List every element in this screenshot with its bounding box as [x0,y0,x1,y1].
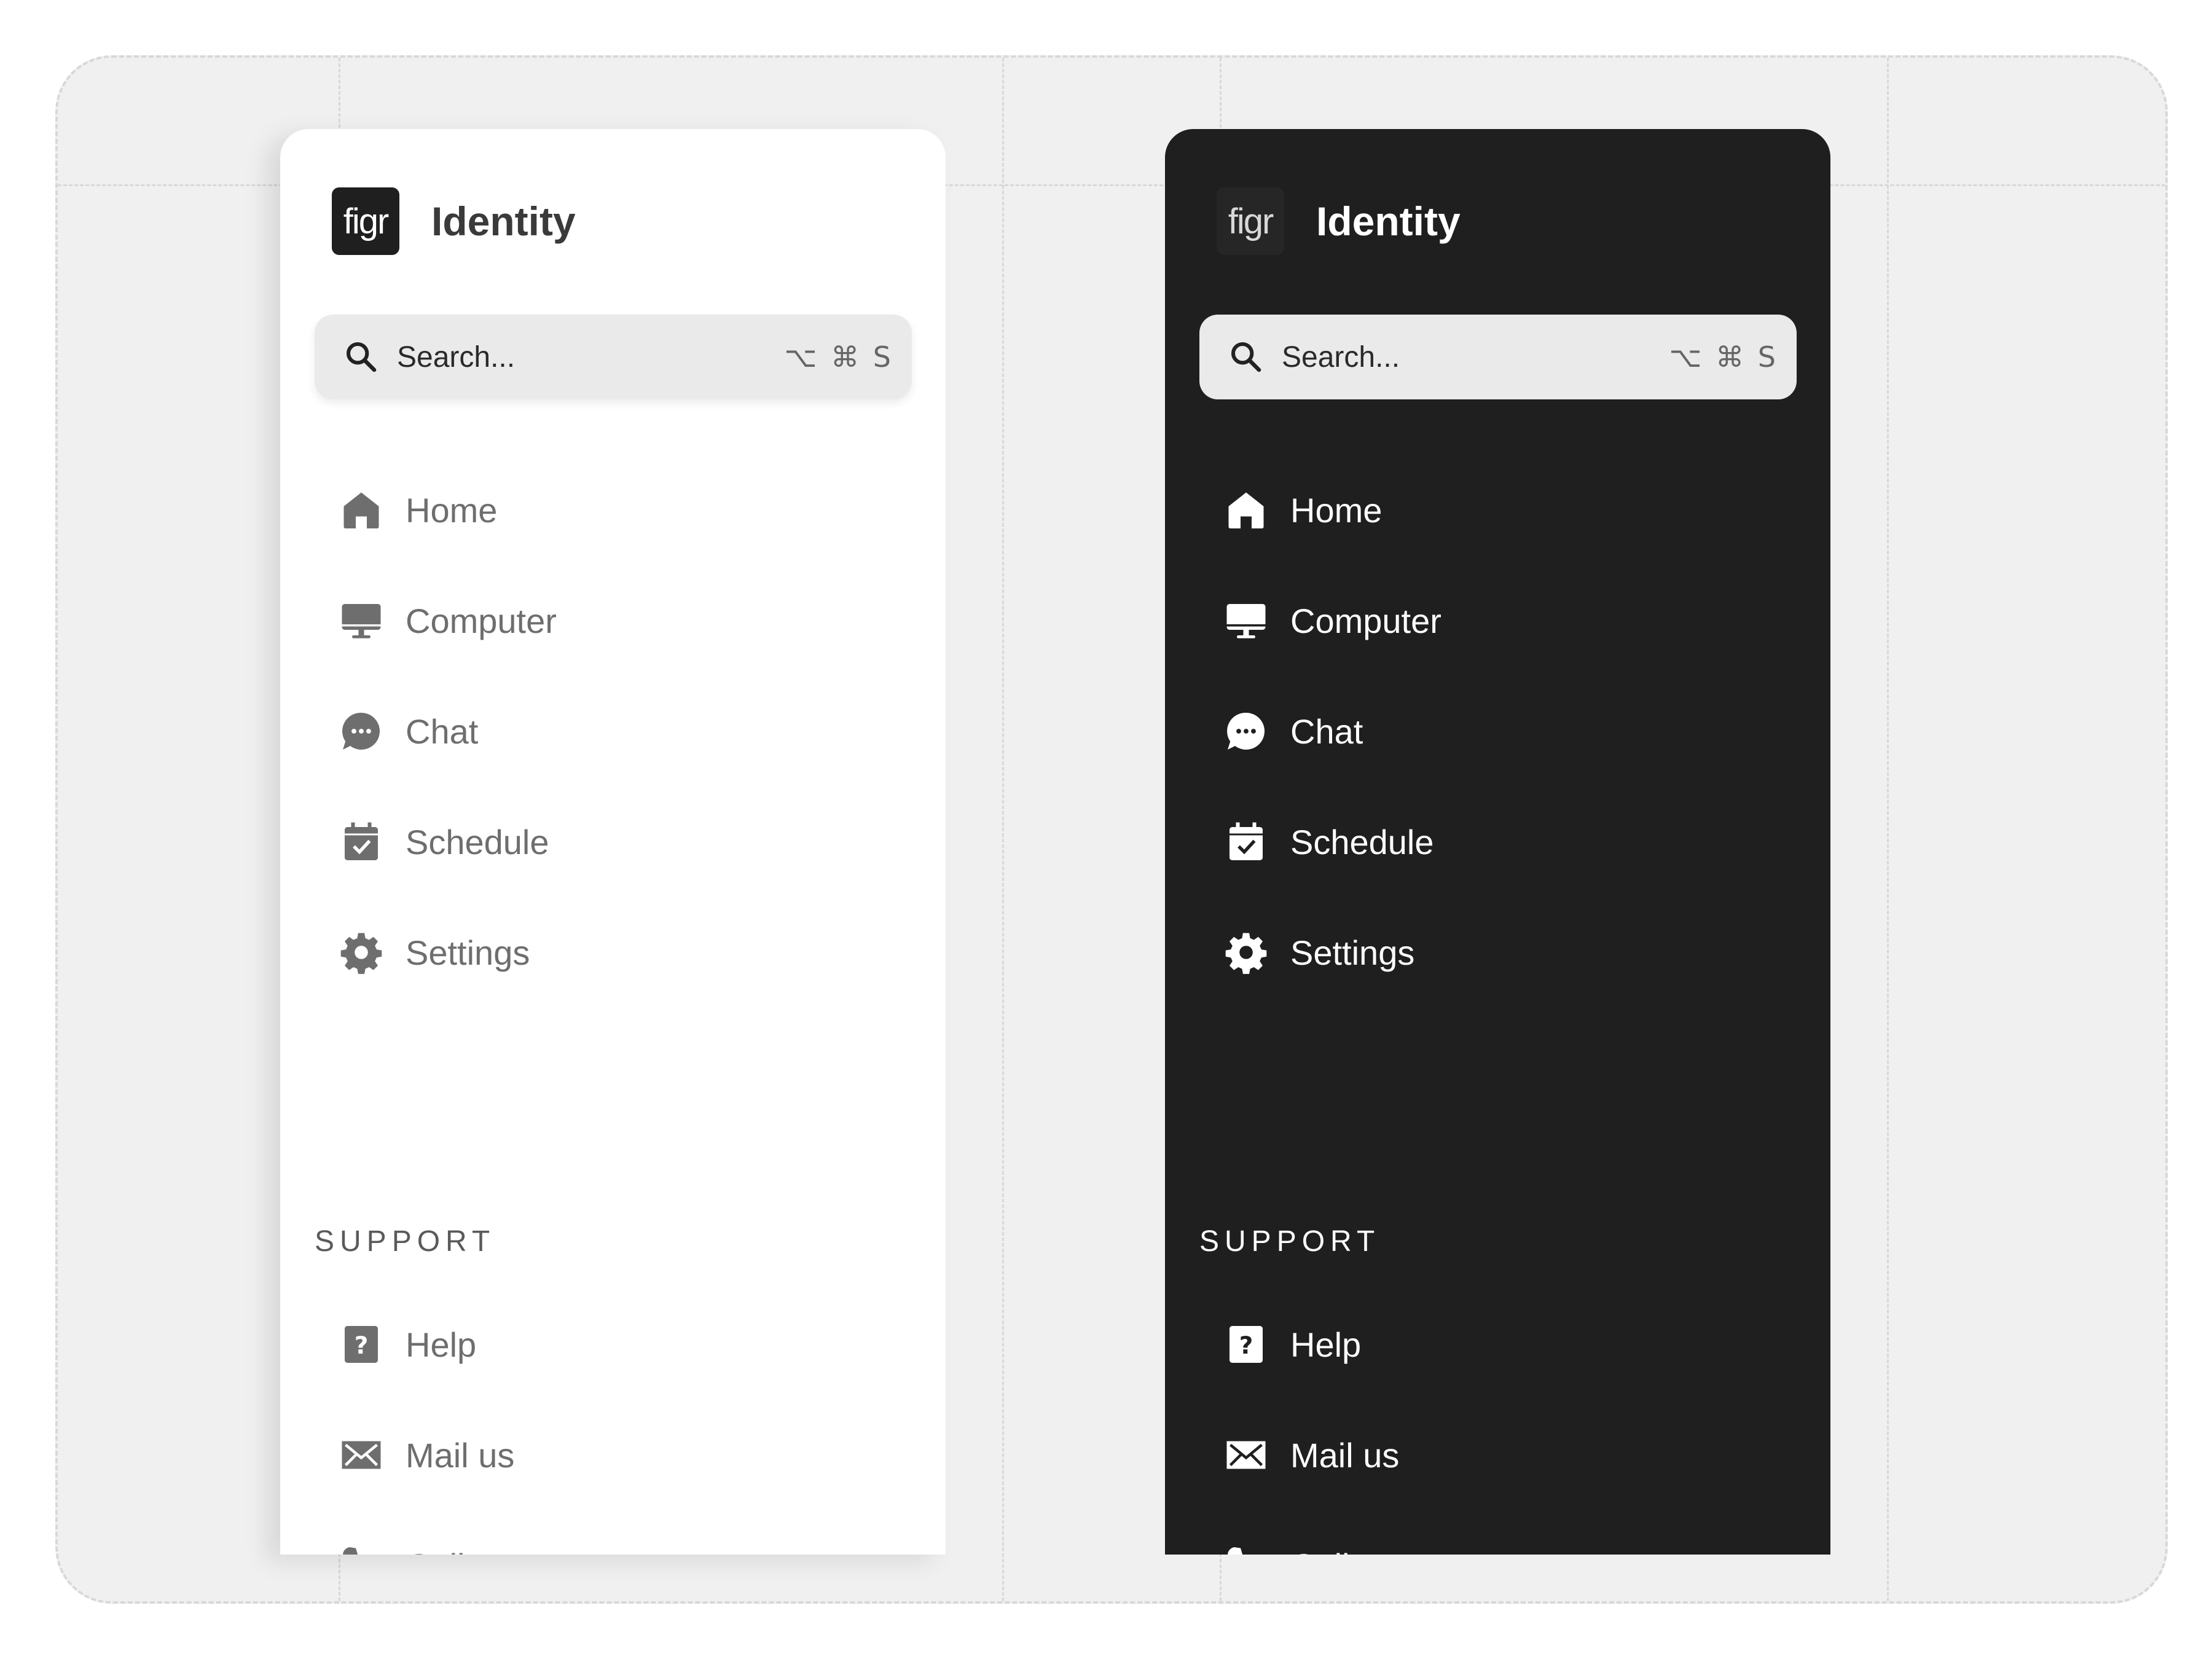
nav-label: Schedule [1290,822,1434,861]
brand[interactable]: figr Identity [332,187,576,255]
guide-line-vertical [1002,58,1004,1601]
nav-label: Computer [1290,601,1441,640]
mail-icon [1224,1433,1268,1477]
figr-logo: figr [1217,187,1284,255]
figr-logo: figr [332,187,399,255]
gear-icon [339,930,383,975]
calendar-check-icon [339,820,383,864]
brand[interactable]: figr Identity [1217,187,1461,255]
search-input[interactable]: Search... [1282,340,1669,374]
section-heading-support: SUPPORT [1199,1225,1381,1258]
section-heading-support: SUPPORT [315,1225,496,1258]
logo-text: figr [343,201,390,241]
mail-icon [339,1433,383,1477]
sidebar-dark: figr Identity Search... ⌥ ⌘ S Home Compu… [1165,129,1830,1555]
help-icon: ? [339,1322,383,1367]
nav-item-home[interactable]: Home [339,479,497,541]
phone-icon [1224,1543,1268,1555]
computer-icon [339,598,383,643]
nav-item-help[interactable]: ? Help [339,1314,476,1375]
phone-icon [339,1543,383,1555]
nav-label: Settings [406,933,530,972]
search-input[interactable]: Search... [397,340,785,374]
nav-label: Home [1290,490,1382,530]
nav-item-call[interactable]: Call us [1224,1535,1395,1555]
nav-label: Schedule [406,822,549,861]
nav-item-schedule[interactable]: Schedule [339,811,549,873]
svg-text:?: ? [355,1332,369,1360]
nav-item-chat[interactable]: Chat [339,700,478,762]
nav-item-computer[interactable]: Computer [1224,590,1441,651]
search-shortcut: ⌥ ⌘ S [784,340,893,374]
nav-label: Home [406,490,498,530]
search-bar[interactable]: Search... ⌥ ⌘ S [315,315,912,399]
nav-label: Mail us [406,1435,515,1475]
gear-icon [1224,930,1268,975]
calendar-check-icon [1224,820,1268,864]
home-icon [339,488,383,532]
app-title: Identity [431,198,576,244]
nav-label: Settings [1290,933,1415,972]
computer-icon [1224,598,1268,643]
nav-label: Chat [1290,712,1363,751]
svg-text:?: ? [1239,1332,1253,1360]
nav-label: Call us [1290,1546,1395,1555]
nav-item-help[interactable]: ? Help [1224,1314,1361,1375]
help-icon: ? [1224,1322,1268,1367]
nav-item-settings[interactable]: Settings [1224,922,1414,983]
nav-label: Help [1290,1325,1362,1364]
nav-item-call[interactable]: Call us [339,1535,511,1555]
nav-item-settings[interactable]: Settings [339,922,530,983]
nav-label: Chat [406,712,479,751]
nav-item-computer[interactable]: Computer [339,590,557,651]
search-icon [344,340,378,374]
search-shortcut: ⌥ ⌘ S [1669,340,1778,374]
nav-label: Call us [406,1546,511,1555]
nav-item-mail[interactable]: Mail us [339,1424,514,1486]
nav-item-chat[interactable]: Chat [1224,700,1363,762]
search-bar[interactable]: Search... ⌥ ⌘ S [1199,315,1797,399]
home-icon [1224,488,1268,532]
chat-icon [1224,709,1268,753]
nav-item-home[interactable]: Home [1224,479,1382,541]
nav-item-mail[interactable]: Mail us [1224,1424,1399,1486]
nav-label: Mail us [1290,1435,1400,1475]
nav-label: Help [406,1325,477,1364]
guide-line-vertical [1887,58,1889,1601]
app-title: Identity [1316,198,1461,244]
nav-item-schedule[interactable]: Schedule [1224,811,1434,873]
nav-label: Computer [406,601,557,640]
sidebar-light: figr Identity Search... ⌥ ⌘ S Home Compu… [280,129,946,1555]
search-icon [1229,340,1263,374]
chat-icon [339,709,383,753]
logo-text: figr [1228,201,1274,241]
